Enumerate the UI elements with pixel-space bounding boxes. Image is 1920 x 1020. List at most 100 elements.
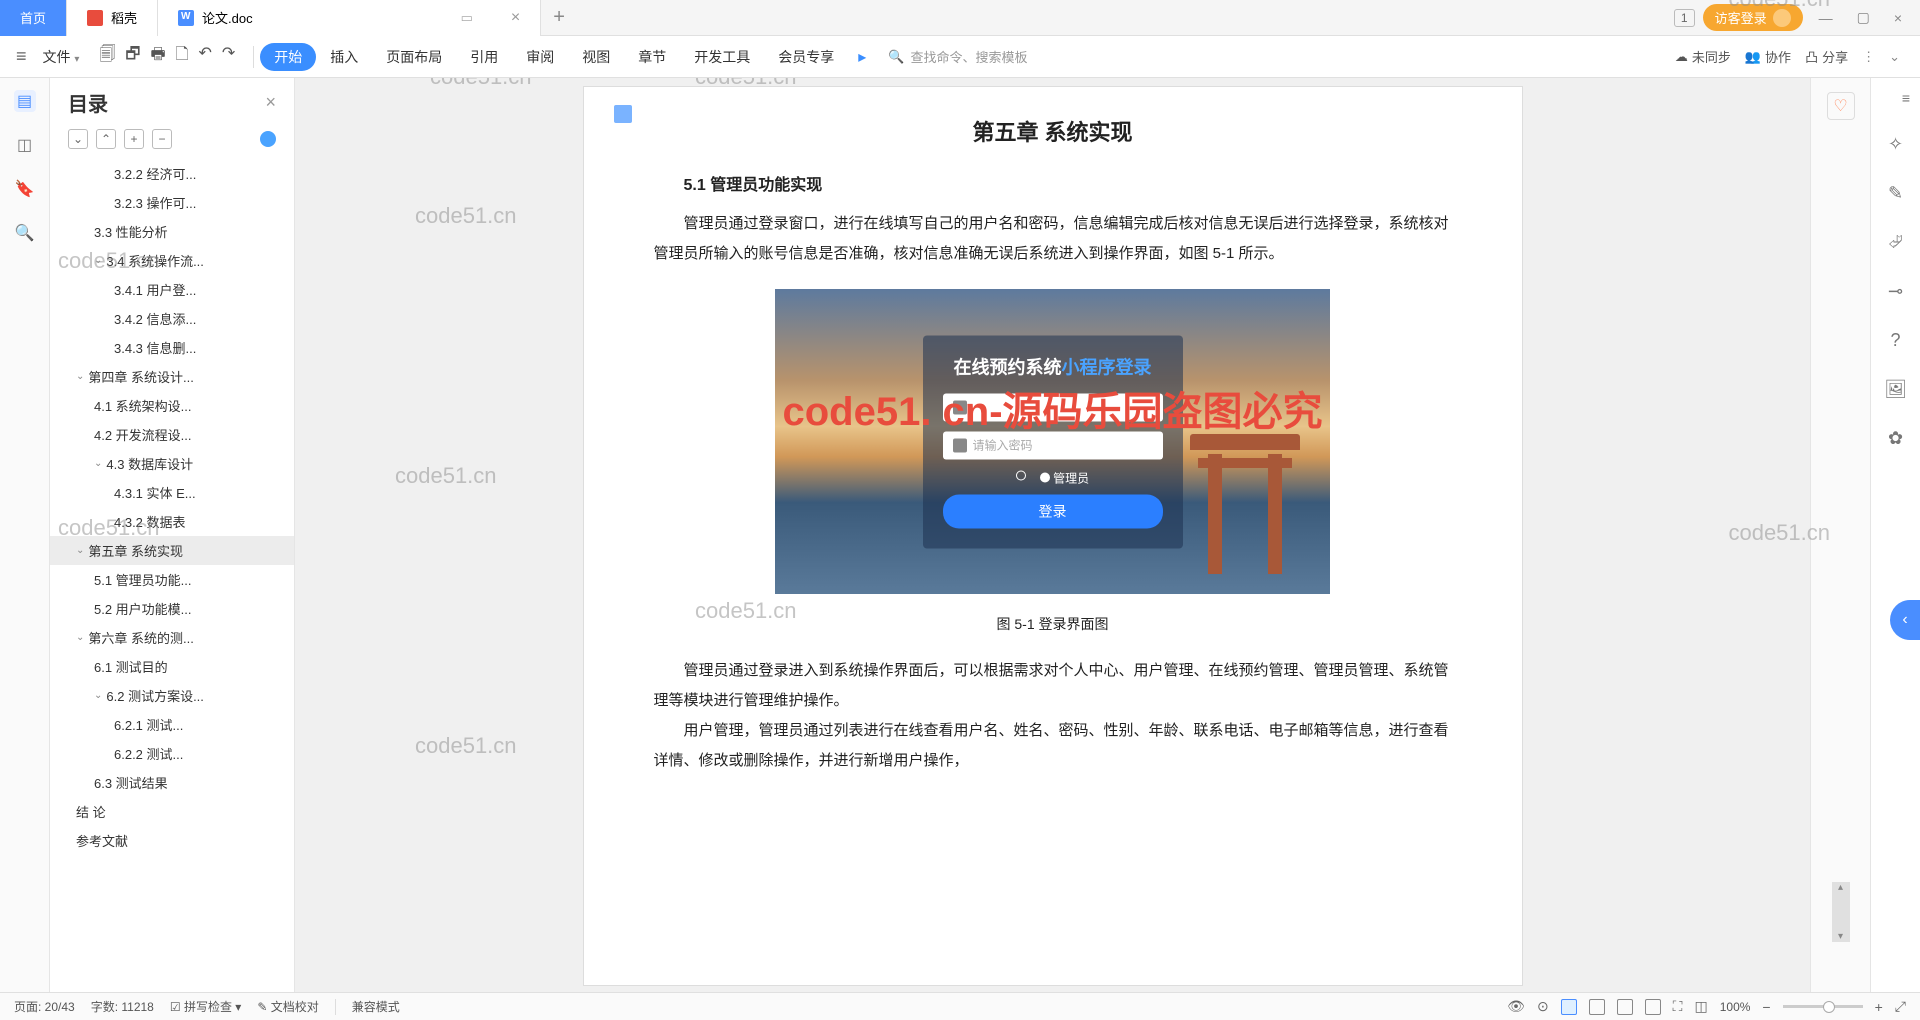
close-button[interactable]: ×	[1886, 10, 1910, 26]
image-tool-icon[interactable]: 🖼	[1884, 379, 1907, 400]
spellcheck-toggle[interactable]: ☑ 拼写检查 ▾	[170, 998, 241, 1015]
fit-icon[interactable]: ◫	[1694, 998, 1707, 1015]
maximize-button[interactable]: ▢	[1849, 9, 1878, 26]
page-view-icon[interactable]	[1561, 999, 1577, 1015]
collapse-ribbon-icon[interactable]: ⌄	[1889, 49, 1900, 65]
expand-icon[interactable]: ⤢	[1895, 998, 1906, 1015]
outline-view-icon[interactable]	[1589, 999, 1605, 1015]
hamburger-icon[interactable]: ≡	[8, 46, 35, 67]
menu-review[interactable]: 审阅	[512, 47, 568, 67]
menu-insert[interactable]: 插入	[316, 47, 372, 67]
outline-item-label: 3.4.3 信息删...	[114, 338, 196, 357]
tab-home[interactable]: 首页	[0, 0, 67, 36]
search-left-icon[interactable]: 🔍	[14, 222, 36, 244]
tab-daoke[interactable]: 稻壳	[67, 0, 158, 36]
zoom-in-icon[interactable]: +	[1875, 999, 1883, 1015]
preview-icon[interactable]: 🗋	[176, 43, 189, 70]
focus-icon[interactable]: ⊙	[1537, 998, 1549, 1015]
file-menu[interactable]: 文件 ▾	[35, 47, 88, 67]
reading-view-icon[interactable]	[1617, 999, 1633, 1015]
outline-item[interactable]: 4.1 系统架构设...	[50, 391, 294, 420]
zoom-out-icon[interactable]: −	[1762, 999, 1770, 1015]
outline-item[interactable]: 3.4.1 用户登...	[50, 275, 294, 304]
outline-item[interactable]: 3.4.2 信息添...	[50, 304, 294, 333]
outline-item[interactable]: 4.2 开发流程设...	[50, 420, 294, 449]
proofread-button[interactable]: ✎ 文档校对	[257, 998, 318, 1015]
compat-mode[interactable]: 兼容模式	[352, 998, 400, 1015]
outline-item[interactable]: ⌄第五章 系统实现	[50, 536, 294, 565]
outline-add-icon[interactable]: +	[124, 129, 144, 149]
outline-item[interactable]: 3.2.3 操作可...	[50, 188, 294, 217]
outline-item[interactable]: ⌄4.3 数据库设计	[50, 449, 294, 478]
bookmark-icon[interactable]: 🔖	[14, 178, 36, 200]
web-view-icon[interactable]	[1645, 999, 1661, 1015]
pen-icon[interactable]: ✎	[1888, 183, 1903, 204]
share-doc-icon[interactable]: 🗗	[125, 43, 140, 70]
menu-reference[interactable]: 引用	[456, 47, 512, 67]
eye-icon[interactable]: 👁	[1507, 998, 1525, 1015]
undo-icon[interactable]: ↶	[198, 43, 211, 70]
outline-item[interactable]: 3.3 性能分析	[50, 217, 294, 246]
menu-view[interactable]: 视图	[568, 47, 624, 67]
outline-item[interactable]: 结 论	[50, 797, 294, 826]
add-tab-button[interactable]: +	[541, 6, 577, 29]
outline-item[interactable]: 参考文献	[50, 826, 294, 855]
menu-member[interactable]: 会员专享	[764, 47, 848, 67]
redo-icon[interactable]: ↷	[222, 43, 235, 70]
page-indicator[interactable]: 页面: 20/43	[14, 998, 75, 1015]
zoom-value[interactable]: 100%	[1720, 1000, 1751, 1014]
help-icon[interactable]: ?	[1890, 330, 1900, 351]
toc-icon[interactable]: ◫	[14, 134, 36, 156]
outline-item[interactable]: 5.2 用户功能模...	[50, 594, 294, 623]
scroll-indicator[interactable]: ▴▾	[1832, 882, 1850, 942]
chevron-down-icon: ⌄	[76, 371, 84, 382]
outline-item[interactable]: 3.4.3 信息删...	[50, 333, 294, 362]
save-icon[interactable]: 🗐	[99, 43, 115, 70]
guest-login-button[interactable]: 访客登录	[1703, 4, 1803, 31]
kebab-icon[interactable]: ⋮	[1862, 49, 1875, 65]
fullscreen-icon[interactable]: ⛶	[1673, 998, 1683, 1015]
search-command[interactable]: 🔍 查找命令、搜索模板	[876, 47, 1076, 66]
outline-item[interactable]: 6.2.2 测试...	[50, 739, 294, 768]
outline-close-icon[interactable]: ×	[265, 92, 276, 113]
close-icon[interactable]: ×	[511, 9, 520, 27]
window-badge[interactable]: 1	[1674, 9, 1695, 27]
outline-item[interactable]: ⌄第四章 系统设计...	[50, 362, 294, 391]
minimize-button[interactable]: —	[1811, 10, 1841, 26]
outline-item[interactable]: 6.1 测试目的	[50, 652, 294, 681]
outline-expand-all-icon[interactable]: ⌃	[96, 129, 116, 149]
settings-icon[interactable]: ⊸	[1888, 281, 1903, 302]
outline-item[interactable]: 5.1 管理员功能...	[50, 565, 294, 594]
outline-remove-icon[interactable]: −	[152, 129, 172, 149]
share-button[interactable]: 凸分享	[1805, 47, 1848, 66]
effects-icon[interactable]: ✿	[1888, 428, 1903, 449]
menu-devtools[interactable]: 开发工具	[680, 47, 764, 67]
menu-layout[interactable]: 页面布局	[372, 47, 456, 67]
outline-icon[interactable]: ▤	[14, 90, 36, 112]
outline-item[interactable]: 4.3.1 实体 E...	[50, 478, 294, 507]
assistant-icon[interactable]: ✧	[1888, 134, 1903, 155]
outline-item[interactable]: 3.2.2 经济可...	[50, 159, 294, 188]
cursor-icon[interactable]: ⮰	[1888, 232, 1902, 253]
hamburger-right-icon[interactable]: ≡	[1902, 90, 1910, 106]
outline-item[interactable]: 6.3 测试结果	[50, 768, 294, 797]
menu-start[interactable]: 开始	[260, 43, 316, 71]
word-count[interactable]: 字数: 11218	[91, 998, 154, 1015]
outline-item[interactable]: 4.3.2 数据表	[50, 507, 294, 536]
favorite-button[interactable]: ♡	[1827, 92, 1855, 120]
outline-collapse-all-icon[interactable]: ⌄	[68, 129, 88, 149]
tab-document[interactable]: 论文.doc ▭ ×	[158, 0, 541, 36]
document-area[interactable]: 第五章 系统实现 5.1 管理员功能实现 管理员通过登录窗口，进行在线填写自己的…	[295, 78, 1810, 992]
outline-item[interactable]: ⌄第六章 系统的测...	[50, 623, 294, 652]
print-icon[interactable]: 🖶	[150, 43, 165, 70]
sync-status[interactable]: ☁未同步	[1675, 47, 1731, 66]
windowed-icon[interactable]: ▭	[461, 10, 473, 26]
collab-button[interactable]: 👥协作	[1745, 47, 1791, 66]
outline-locate-icon[interactable]	[260, 131, 276, 147]
zoom-slider[interactable]	[1783, 1005, 1863, 1008]
menu-section[interactable]: 章节	[624, 47, 680, 67]
outline-item[interactable]: ⌄3.4 系统操作流...	[50, 246, 294, 275]
menu-more-button[interactable]: ▸	[848, 47, 876, 67]
outline-item[interactable]: ⌄6.2 测试方案设...	[50, 681, 294, 710]
outline-item[interactable]: 6.2.1 测试...	[50, 710, 294, 739]
